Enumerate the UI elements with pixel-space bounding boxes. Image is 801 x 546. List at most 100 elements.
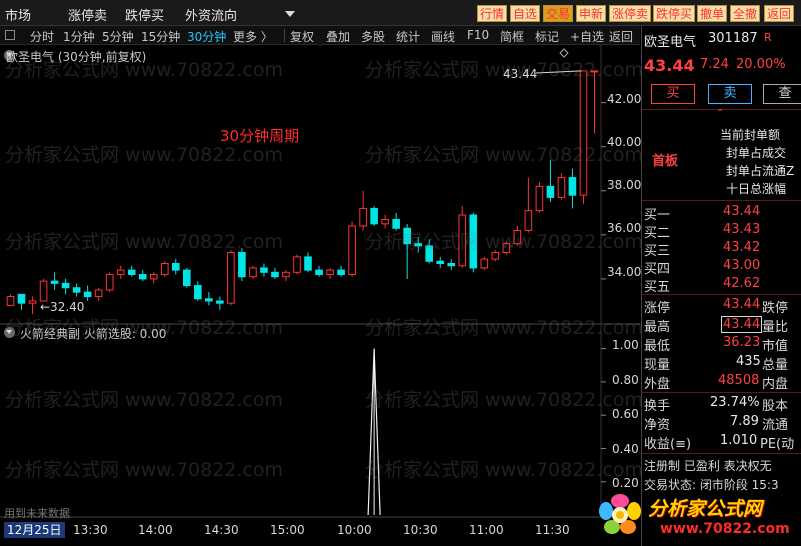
stock-flag: R: [764, 31, 772, 44]
quick-limit-up-sell-button[interactable]: 涨停卖: [609, 5, 652, 22]
candle-up: [348, 225, 356, 276]
candle-up: [249, 267, 257, 278]
candle-up: [480, 258, 489, 269]
seal-label: 封单占成交: [726, 146, 787, 160]
candle-up: [94, 289, 103, 298]
menu-bar: 市场 涨停卖 跌停买 外资流向 行情 自选 交易 申新 涨停卖 跌停买 撤单 全…: [0, 0, 801, 26]
current-date-label: 12月25日: [4, 522, 65, 538]
quick-back-button[interactable]: 返回: [764, 5, 795, 22]
bid-price: 43.44: [723, 204, 761, 219]
time-tick: 11:30: [535, 523, 570, 537]
candle-down: [205, 298, 213, 302]
menu-dropdown-icon[interactable]: [285, 11, 295, 17]
period-1min[interactable]: 1分钟: [63, 28, 95, 45]
sub-panel-menu-icon[interactable]: [4, 327, 15, 338]
bid-row[interactable]: 买五 42.62: [642, 276, 801, 295]
low-price-marker: ←32.40: [40, 300, 85, 314]
time-tick: 11:00: [469, 523, 504, 537]
bid-price: 42.62: [723, 276, 761, 291]
tool-draw-line[interactable]: 画线: [431, 28, 455, 45]
quick-watchlist-button[interactable]: 自选: [510, 5, 541, 22]
stat-label: 外盘: [644, 377, 671, 392]
candle-up: [381, 218, 389, 225]
bid-row[interactable]: 买四 43.00: [642, 258, 801, 277]
stat-row: 最低 36.23 市值: [642, 335, 801, 354]
quick-cancel-all-button[interactable]: 全撤: [730, 5, 761, 22]
indicator-tick: 0.80: [612, 373, 639, 387]
period-5min[interactable]: 5分钟: [102, 28, 134, 45]
quick-ipo-button[interactable]: 申新: [576, 5, 607, 22]
candle-down: [425, 245, 434, 262]
chart-area[interactable]: 分析家公式网 www.70822.com 分析家公式网 www.70822.co…: [0, 45, 643, 545]
candle-up: [6, 296, 15, 306]
quick-cancel-button[interactable]: 撤单: [697, 5, 728, 22]
candle-up: [105, 274, 114, 291]
quick-trade-button[interactable]: 交易: [543, 5, 574, 22]
tool-mark[interactable]: 标记: [535, 28, 559, 45]
stat-value: 23.74%: [710, 395, 760, 410]
tool-overlay[interactable]: 叠加: [326, 28, 350, 45]
stat-value: 1.010: [720, 433, 758, 448]
candle-up: [524, 210, 533, 231]
stat-label: 市值: [762, 339, 789, 354]
stat-label: 现量: [644, 358, 671, 373]
candle-up: [227, 251, 235, 304]
tool-multi-stock[interactable]: 多股: [361, 28, 385, 45]
candle-up: [326, 269, 334, 276]
sell-button[interactable]: 卖: [708, 84, 752, 104]
candle-down: [370, 207, 378, 225]
candle-down: [138, 274, 147, 280]
candle-up: [39, 280, 48, 302]
candle-up: [502, 243, 511, 253]
period-more[interactable]: 更多 〉: [233, 28, 273, 45]
query-button[interactable]: 查: [763, 84, 801, 104]
stat-label: 涨停: [644, 301, 671, 316]
tool-f10[interactable]: F10: [467, 28, 489, 42]
tool-statistics[interactable]: 统计: [396, 28, 420, 45]
candle-down: [194, 285, 202, 300]
stat-row: 净资 7.89 流通: [642, 414, 801, 433]
tool-add-watchlist[interactable]: +自选: [570, 28, 604, 45]
seal-label: 封单占流通Z: [726, 164, 795, 178]
menu-limit-down-buy[interactable]: 跌停买: [125, 5, 164, 24]
bid-row[interactable]: 买二 43.43: [642, 222, 801, 241]
chart-marker-icon: [559, 48, 569, 58]
time-tick: 10:30: [403, 523, 438, 537]
candle-up: [579, 70, 588, 196]
period-timeshare[interactable]: 分时: [30, 28, 54, 45]
bid-label: 买三: [644, 244, 671, 259]
bid-price: 43.43: [723, 222, 761, 237]
quick-quote-button[interactable]: 行情: [477, 5, 508, 22]
tool-adjust[interactable]: 复权: [290, 28, 314, 45]
period-30min[interactable]: 30分钟: [187, 28, 226, 45]
buy-button[interactable]: 买: [651, 84, 695, 104]
candle-down: [315, 269, 323, 276]
collapse-icon[interactable]: ⌃: [716, 108, 724, 119]
candle-up: [359, 207, 367, 227]
bid-row[interactable]: 买三 43.42: [642, 240, 801, 259]
time-tick: 14:00: [138, 523, 173, 537]
high-price-marker: 43.44: [503, 67, 538, 81]
main-panel-title: 欧圣电气 (30分钟,前复权): [6, 50, 147, 64]
tool-simple-frame[interactable]: 简框: [500, 28, 524, 45]
toolbar-divider: [284, 29, 285, 42]
stat-row: 涨停 43.44 跌停: [642, 297, 801, 316]
time-tick: 15:00: [270, 523, 305, 537]
bid-row[interactable]: 买一 43.44: [642, 204, 801, 223]
seal-row: 十日总涨幅: [642, 180, 801, 198]
quick-limit-down-buy-button[interactable]: 跌停买: [653, 5, 696, 22]
menu-foreign-flow[interactable]: 外资流向: [185, 5, 237, 24]
menu-market[interactable]: 市场: [5, 5, 31, 24]
divider: [642, 392, 801, 393]
tool-back[interactable]: 返回: [609, 28, 633, 45]
price-tick: 38.00: [607, 178, 642, 192]
time-tick: 10:00: [337, 523, 372, 537]
candlestick-chart[interactable]: [0, 45, 640, 545]
period-15min[interactable]: 15分钟: [141, 28, 180, 45]
candle-down: [403, 227, 411, 245]
layout-toggle-icon[interactable]: [5, 30, 15, 40]
logo-url: www.70822.com: [660, 521, 790, 537]
menu-limit-up-sell[interactable]: 涨停卖: [68, 5, 107, 24]
seal-row: 封单占流通Z: [642, 162, 801, 180]
candle-up: [160, 263, 169, 276]
